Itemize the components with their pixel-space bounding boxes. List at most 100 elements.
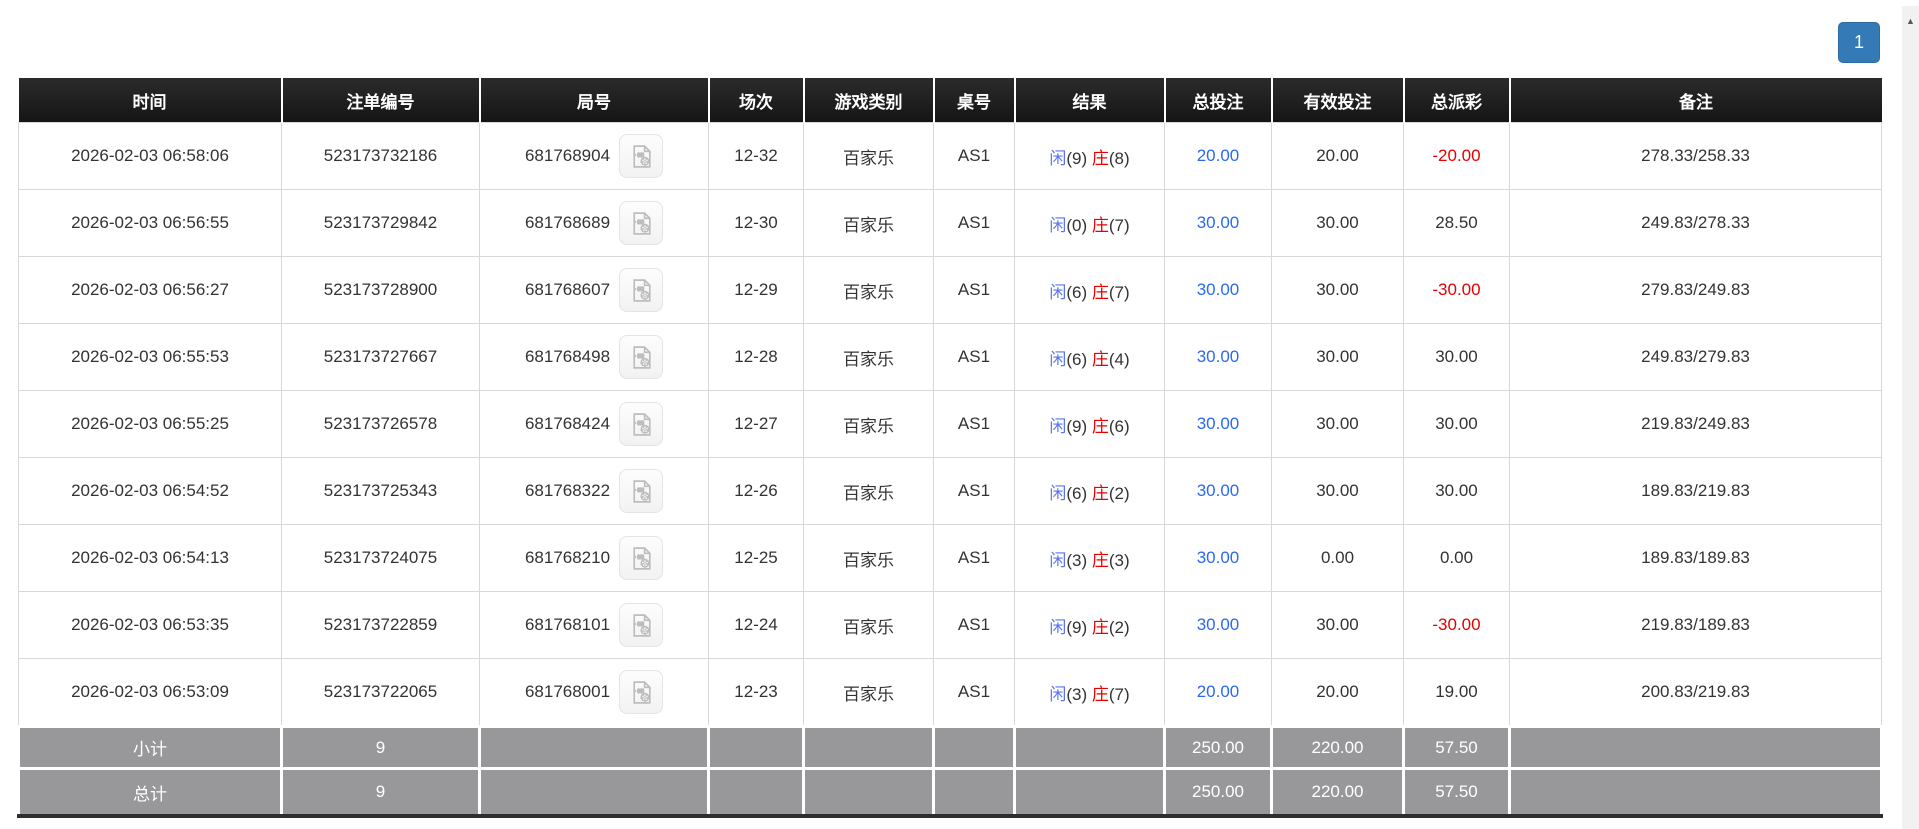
result-cell: 闲(3) 庄(7)	[1014, 658, 1165, 727]
result-cell: 闲(0) 庄(7)	[1014, 189, 1165, 257]
time-cell: 2026-02-03 06:53:35	[18, 591, 282, 659]
round-id: 681768001	[524, 682, 611, 701]
time-cell: 2026-02-03 06:54:13	[18, 524, 282, 592]
result-banker-score: (8)	[1108, 148, 1130, 168]
session-cell: 12-27	[708, 390, 804, 458]
table-no-cell: AS1	[933, 256, 1015, 324]
table-row: 2026-02-03 06:54:13 523173724075 6817682…	[18, 524, 1882, 592]
valid-bet-cell: 30.00	[1271, 591, 1404, 659]
bet-id-cell: 523173729842	[281, 189, 480, 257]
result-player-score: (3)	[1066, 550, 1088, 570]
result-banker-label: 庄	[1091, 483, 1109, 503]
remark-cell: 189.83/189.83	[1509, 524, 1882, 592]
subtotal-label: 小计	[17, 725, 283, 770]
result-player-label: 闲	[1049, 215, 1067, 235]
session-cell: 12-28	[708, 323, 804, 391]
video-file-icon	[632, 680, 651, 704]
valid-bet-cell: 20.00	[1271, 658, 1404, 727]
result-player-label: 闲	[1049, 617, 1067, 637]
video-replay-button[interactable]	[619, 469, 664, 513]
payout-cell: 30.00	[1403, 323, 1510, 391]
round-id: 681768498	[524, 347, 611, 366]
game-type-cell: 百家乐	[803, 591, 934, 659]
time-cell: 2026-02-03 06:58:06	[18, 122, 282, 190]
subtotal-payout: 57.50	[1402, 725, 1511, 770]
subtotal-row: 小计 9 250.00 220.00 57.50	[17, 725, 1883, 770]
result-banker-score: (7)	[1108, 684, 1130, 704]
table-row: 2026-02-03 06:54:52 523173725343 6817683…	[18, 457, 1882, 525]
result-banker-label: 庄	[1091, 550, 1109, 570]
result-banker-label: 庄	[1091, 349, 1109, 369]
round-cell: 681768498	[479, 323, 709, 391]
game-type-cell: 百家乐	[803, 189, 934, 257]
round-id: 681768322	[524, 481, 611, 500]
col-header-round-id: 局号	[479, 78, 710, 123]
result-banker-label: 庄	[1091, 684, 1109, 704]
game-type-cell: 百家乐	[803, 390, 934, 458]
result-cell: 闲(6) 庄(7)	[1014, 256, 1165, 324]
vertical-scrollbar[interactable]: ▲	[1902, 6, 1919, 829]
session-cell: 12-26	[708, 457, 804, 525]
session-cell: 12-23	[708, 658, 804, 727]
result-banker-score: (2)	[1108, 483, 1130, 503]
total-bet-cell: 30.00	[1164, 390, 1272, 458]
result-banker-score: (4)	[1108, 349, 1130, 369]
payout-cell: 19.00	[1403, 658, 1510, 727]
video-replay-button[interactable]	[619, 201, 664, 245]
session-cell: 12-25	[708, 524, 804, 592]
remark-cell: 219.83/249.83	[1509, 390, 1882, 458]
payout-cell: -20.00	[1403, 122, 1510, 190]
result-banker-score: (6)	[1108, 416, 1130, 436]
video-replay-button[interactable]	[619, 268, 664, 312]
payout-cell: 28.50	[1403, 189, 1510, 257]
result-player-score: (6)	[1066, 282, 1088, 302]
result-cell: 闲(3) 庄(3)	[1014, 524, 1165, 592]
video-file-icon	[632, 278, 651, 302]
result-banker-label: 庄	[1091, 416, 1109, 436]
video-replay-button[interactable]	[619, 536, 664, 580]
scroll-up-arrow-icon[interactable]: ▲	[1902, 6, 1919, 26]
col-header-table-no: 桌号	[933, 78, 1016, 123]
bet-id-cell: 523173725343	[281, 457, 480, 525]
result-player-score: (6)	[1066, 483, 1088, 503]
session-cell: 12-32	[708, 122, 804, 190]
video-file-icon	[632, 412, 651, 436]
col-header-session: 场次	[708, 78, 805, 123]
game-type-cell: 百家乐	[803, 323, 934, 391]
video-file-icon	[632, 345, 651, 369]
table-no-cell: AS1	[933, 189, 1015, 257]
total-row: 总计 9 250.00 220.00 57.50	[17, 767, 1883, 818]
bet-id-cell: 523173722859	[281, 591, 480, 659]
video-replay-button[interactable]	[619, 603, 664, 647]
result-player-score: (9)	[1066, 416, 1088, 436]
game-type-cell: 百家乐	[803, 256, 934, 324]
video-replay-button[interactable]	[619, 670, 664, 714]
table-row: 2026-02-03 06:55:53 523173727667 6817684…	[18, 323, 1882, 391]
total-payout: 57.50	[1402, 767, 1511, 818]
video-replay-button[interactable]	[619, 402, 664, 446]
video-replay-button[interactable]	[619, 134, 664, 178]
video-replay-button[interactable]	[619, 335, 664, 379]
total-bet-cell: 30.00	[1164, 189, 1272, 257]
remark-cell: 200.83/219.83	[1509, 658, 1882, 727]
bet-id-cell: 523173724075	[281, 524, 480, 592]
valid-bet-cell: 30.00	[1271, 457, 1404, 525]
round-cell: 681768904	[479, 122, 709, 190]
pagination-page-1-button[interactable]: 1	[1838, 22, 1880, 63]
valid-bet-cell: 30.00	[1271, 189, 1404, 257]
round-id: 681768210	[524, 548, 611, 567]
game-type-cell: 百家乐	[803, 122, 934, 190]
col-header-valid-bet: 有效投注	[1271, 78, 1405, 123]
payout-cell: 30.00	[1403, 457, 1510, 525]
remark-cell: 279.83/249.83	[1509, 256, 1882, 324]
round-cell: 681768210	[479, 524, 709, 592]
time-cell: 2026-02-03 06:55:53	[18, 323, 282, 391]
result-cell: 闲(9) 庄(6)	[1014, 390, 1165, 458]
table-row: 2026-02-03 06:58:06 523173732186 6817689…	[18, 122, 1882, 190]
total-bet-cell: 30.00	[1164, 323, 1272, 391]
result-player-label: 闲	[1049, 148, 1067, 168]
subtotal-valid-bet: 220.00	[1270, 725, 1405, 770]
payout-cell: 0.00	[1403, 524, 1510, 592]
session-cell: 12-30	[708, 189, 804, 257]
video-file-icon	[632, 211, 651, 235]
